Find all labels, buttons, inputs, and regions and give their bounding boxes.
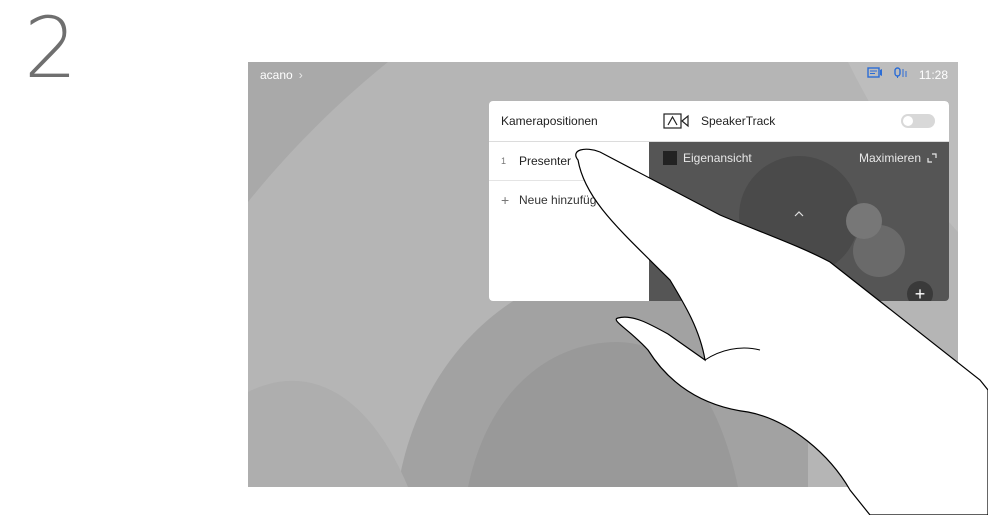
camera-joystick[interactable] (649, 101, 949, 301)
clock: 11:28 (918, 67, 948, 82)
add-preset-button[interactable]: + Neue hinzufügen (489, 181, 649, 219)
preset-label: Presenter (519, 154, 572, 168)
microphone-icon[interactable] (893, 67, 909, 82)
device-screen: acano › 11:28 Kamerapositionen 1 Presente… (248, 62, 958, 487)
camera-control-panel: SpeakerTrack Eigenansicht Maximieren + − (649, 101, 949, 301)
preset-index: 1 (501, 156, 507, 166)
chevron-right-icon: › (298, 68, 303, 82)
status-area: 11:28 (867, 67, 948, 82)
camera-presets-panel: Kamerapositionen 1 Presenter + Neue hinz… (489, 101, 649, 301)
add-preset-label: Neue hinzufügen (519, 193, 610, 207)
breadcrumb-label: acano (260, 68, 293, 82)
presets-header: Kamerapositionen (489, 101, 649, 142)
preset-item[interactable]: 1 Presenter (489, 142, 635, 181)
step-number: 2 (24, 0, 78, 97)
zoom-in-button[interactable]: + (907, 281, 933, 301)
plus-icon: + (501, 192, 510, 208)
breadcrumb[interactable]: acano › (260, 68, 303, 82)
screen-share-icon[interactable] (867, 67, 883, 82)
top-status-bar: acano › 11:28 (248, 62, 958, 90)
